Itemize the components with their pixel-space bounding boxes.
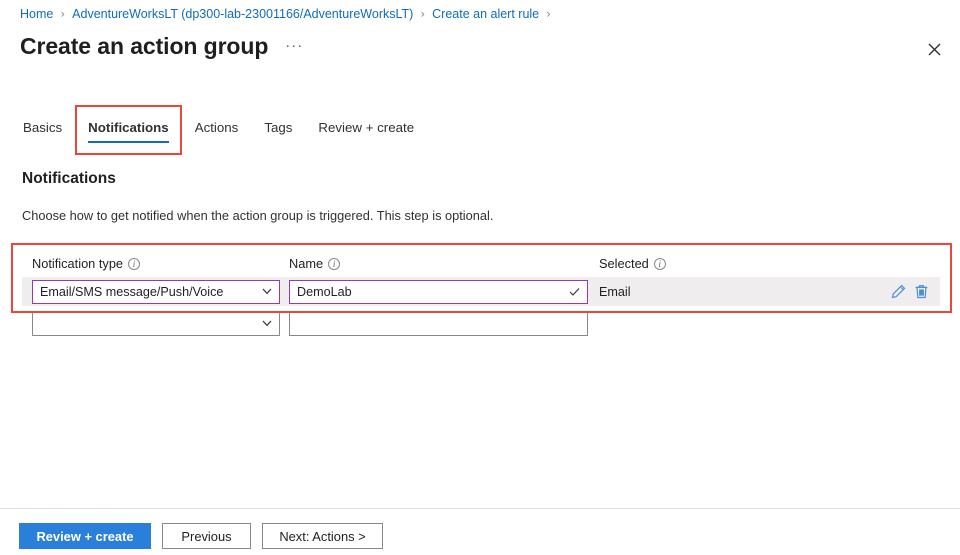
page-title: Create an action group xyxy=(20,33,269,59)
column-header-name: Name i xyxy=(280,256,590,271)
info-icon[interactable]: i xyxy=(128,258,141,270)
table-row: Email/SMS message/Push/Voice DemoLab Ema… xyxy=(22,277,940,306)
tab-basics[interactable]: Basics xyxy=(20,116,75,145)
edit-pencil-icon[interactable] xyxy=(890,284,906,300)
cell-notification-type xyxy=(22,311,280,336)
table-row xyxy=(22,309,940,338)
create-action-group-blade: Home › AdventureWorksLT (dp300-lab-23001… xyxy=(0,0,960,555)
name-value: DemoLab xyxy=(297,284,352,299)
chevron-right-icon: › xyxy=(60,7,66,21)
column-header-notification-type: Notification type i xyxy=(22,256,280,271)
breadcrumb: Home › AdventureWorksLT (dp300-lab-23001… xyxy=(20,6,552,22)
name-input[interactable]: DemoLab xyxy=(289,279,588,304)
breadcrumb-item-database[interactable]: AdventureWorksLT (dp300-lab-23001166/Adv… xyxy=(72,6,413,22)
tab-tags[interactable]: Tags xyxy=(251,116,305,145)
more-options-icon[interactable]: ··· xyxy=(282,38,306,53)
column-header-name-label: Name xyxy=(289,255,324,271)
check-icon xyxy=(569,286,580,297)
title-row: Create an action group ··· xyxy=(20,33,306,60)
chevron-right-icon: › xyxy=(546,7,551,21)
grid-header-row: Notification type i Name i Selected i xyxy=(22,252,940,274)
breadcrumb-item-create-alert-rule[interactable]: Create an alert rule xyxy=(432,6,539,22)
next-actions-button[interactable]: Next: Actions > xyxy=(262,523,383,549)
notification-type-dropdown-empty[interactable] xyxy=(32,311,280,336)
info-icon[interactable]: i xyxy=(328,258,341,270)
footer-actions: Review + create Previous Next: Actions > xyxy=(19,523,383,549)
tab-notifications[interactable]: Notifications xyxy=(75,116,182,145)
footer-divider xyxy=(0,508,960,509)
close-icon[interactable] xyxy=(918,33,950,65)
cell-name: DemoLab xyxy=(280,279,590,304)
previous-button[interactable]: Previous xyxy=(162,523,251,549)
chevron-down-icon xyxy=(262,319,272,329)
section-heading: Notifications xyxy=(22,170,116,187)
tab-actions[interactable]: Actions xyxy=(182,116,252,145)
chevron-right-icon: › xyxy=(420,7,426,21)
notifications-grid: Notification type i Name i Selected i Em… xyxy=(22,252,940,338)
info-icon[interactable]: i xyxy=(653,258,666,270)
notification-type-dropdown[interactable]: Email/SMS message/Push/Voice xyxy=(32,279,280,304)
review-create-button[interactable]: Review + create xyxy=(19,523,151,549)
section-description: Choose how to get notified when the acti… xyxy=(22,208,494,223)
cell-notification-type: Email/SMS message/Push/Voice xyxy=(22,279,280,304)
name-input-empty[interactable] xyxy=(289,311,588,336)
row-actions xyxy=(890,284,940,300)
notification-type-value: Email/SMS message/Push/Voice xyxy=(40,284,224,299)
selected-value: Email xyxy=(599,284,631,299)
delete-trash-icon[interactable] xyxy=(913,284,929,300)
column-header-selected-label: Selected xyxy=(599,255,649,271)
chevron-down-icon xyxy=(262,287,272,297)
column-header-selected: Selected i xyxy=(590,256,940,271)
cell-selected: Email xyxy=(590,284,940,300)
tab-review-create[interactable]: Review + create xyxy=(305,116,427,145)
cell-name xyxy=(280,311,590,336)
wizard-tabs: Basics Notifications Actions Tags Review… xyxy=(20,116,427,145)
breadcrumb-item-home[interactable]: Home xyxy=(20,6,53,22)
column-header-notification-type-label: Notification type xyxy=(32,255,124,271)
